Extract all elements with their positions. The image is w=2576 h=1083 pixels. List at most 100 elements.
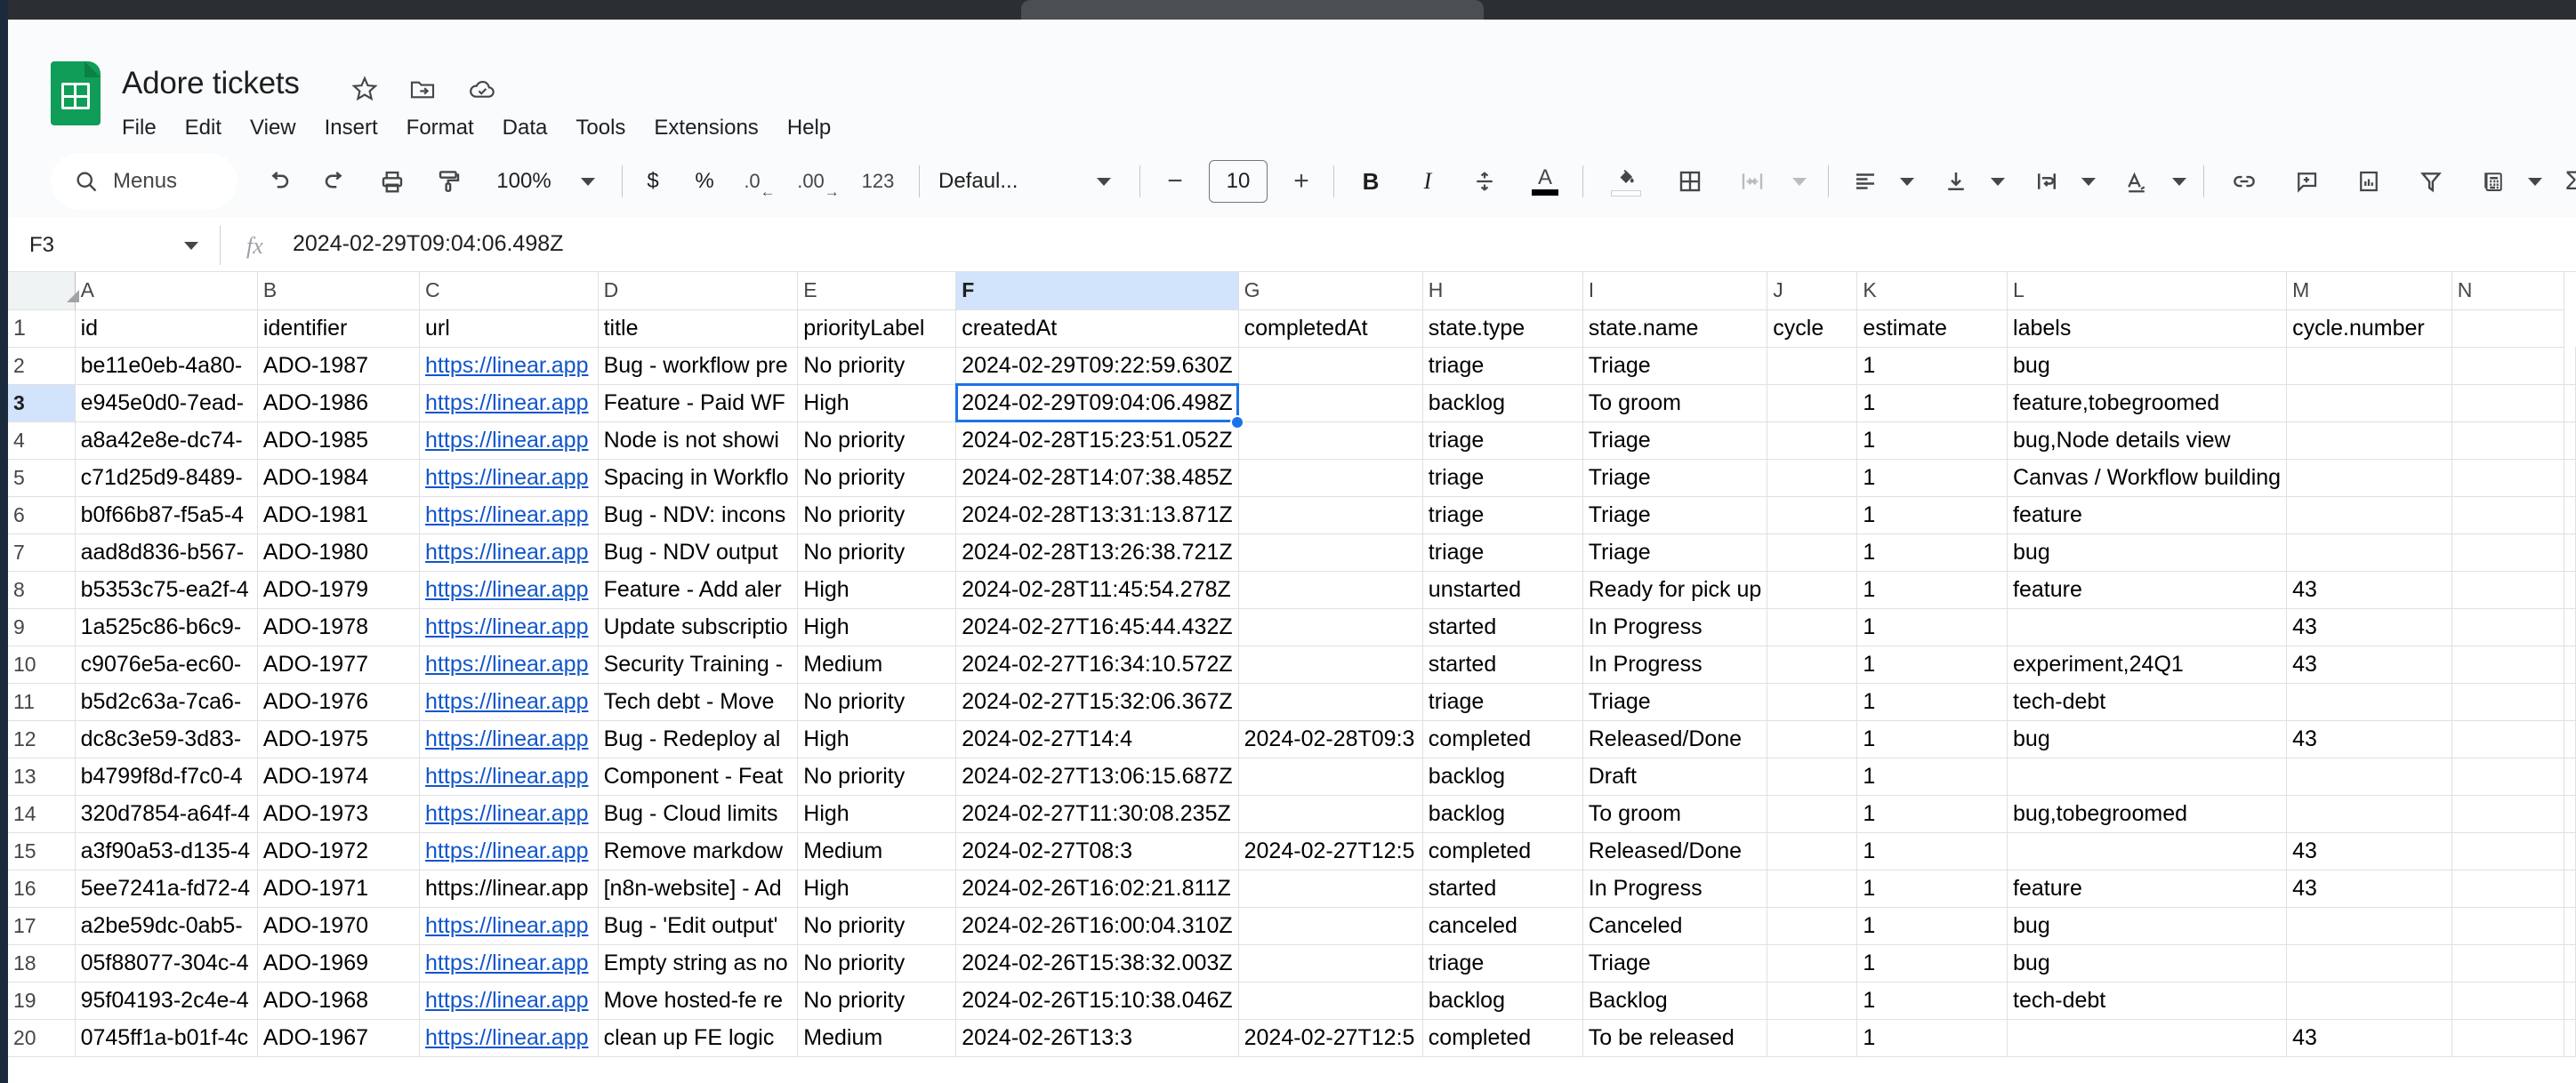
- cell-m3[interactable]: [2286, 384, 2452, 422]
- cell-l7[interactable]: bug: [2007, 533, 2288, 572]
- cell-d19[interactable]: Move hosted-fe re: [598, 982, 799, 1020]
- cell-overflow[interactable]: [2564, 683, 2576, 721]
- cell-c1[interactable]: url: [419, 309, 599, 348]
- cell-i16[interactable]: In Progress: [1582, 870, 1768, 908]
- cell-g19[interactable]: [1238, 982, 1423, 1020]
- text-rotation-chevron-down-icon[interactable]: [2164, 158, 2194, 205]
- column-header-l[interactable]: L: [2007, 272, 2288, 310]
- cell-a14[interactable]: 320d7854-a64f-4: [75, 795, 258, 833]
- cell-b10[interactable]: ADO-1977: [257, 646, 421, 684]
- column-header-f[interactable]: F: [955, 272, 1239, 310]
- cell-b5[interactable]: ADO-1984: [257, 459, 421, 497]
- cell-overflow[interactable]: [2564, 347, 2576, 385]
- cell-j16[interactable]: [1767, 870, 1858, 908]
- cell-n3[interactable]: [2451, 384, 2565, 422]
- cell-j11[interactable]: [1767, 683, 1858, 721]
- cell-d2[interactable]: Bug - workflow pre: [598, 347, 799, 385]
- cell-overflow[interactable]: [2564, 870, 2576, 908]
- cell-d15[interactable]: Remove markdow: [598, 832, 799, 870]
- functions-chevron-down-icon[interactable]: [2520, 158, 2550, 205]
- cell-j2[interactable]: [1767, 347, 1858, 385]
- cell-b2[interactable]: ADO-1987: [257, 347, 421, 385]
- cell-l11[interactable]: tech-debt: [2007, 683, 2288, 721]
- text-color-icon[interactable]: A: [1520, 158, 1570, 205]
- borders-icon[interactable]: [1664, 158, 1716, 205]
- cell-j15[interactable]: [1767, 832, 1858, 870]
- table-row[interactable]: 6 b0f66b87-f5a5-4 ADO-1981 https://linear.a…: [8, 496, 2576, 534]
- cell-g17[interactable]: [1238, 907, 1423, 945]
- column-header-n[interactable]: N: [2451, 272, 2565, 310]
- menu-item-data[interactable]: Data: [488, 112, 562, 144]
- cell-g3[interactable]: [1238, 384, 1423, 422]
- insert-chart-icon[interactable]: [2344, 158, 2394, 205]
- cell-d9[interactable]: Update subscriptio: [598, 608, 799, 646]
- text-wrap-icon[interactable]: [2024, 158, 2070, 205]
- cell-c6[interactable]: https://linear.app: [419, 496, 599, 534]
- cell-g5[interactable]: [1238, 459, 1423, 497]
- cell-link[interactable]: https://linear.app: [425, 764, 588, 789]
- cell-d13[interactable]: Component - Feat: [598, 758, 799, 796]
- cell-h14[interactable]: backlog: [1422, 795, 1583, 833]
- formula-input[interactable]: 2024-02-29T09:04:06.498Z: [293, 231, 563, 257]
- cell-b16[interactable]: ADO-1971: [257, 870, 421, 908]
- cell-i17[interactable]: Canceled: [1582, 907, 1768, 945]
- sum-icon[interactable]: Σ: [2554, 158, 2576, 205]
- cell-b13[interactable]: ADO-1974: [257, 758, 421, 796]
- table-row[interactable]: 8 b5353c75-ea2f-4 ADO-1979 https://linear.a…: [8, 571, 2576, 609]
- cell-h10[interactable]: started: [1422, 646, 1583, 684]
- table-row[interactable]: 20 0745ff1a-b01f-4c ADO-1967 https://linear…: [8, 1019, 2576, 1057]
- cell-e9[interactable]: High: [797, 608, 957, 646]
- cell-h9[interactable]: started: [1422, 608, 1583, 646]
- cell-k5[interactable]: 1: [1856, 459, 2008, 497]
- horizontal-align-chevron-down-icon[interactable]: [1892, 158, 1922, 205]
- table-row[interactable]: 13 b4799f8d-f7c0-4 ADO-1974 https://linear.…: [8, 758, 2576, 796]
- cell-overflow[interactable]: [2564, 496, 2576, 534]
- cell-f9[interactable]: 2024-02-27T16:45:44.432Z: [955, 608, 1239, 646]
- insert-link-icon[interactable]: [2219, 158, 2269, 205]
- move-to-folder-icon[interactable]: [408, 75, 437, 103]
- spreadsheet-grid[interactable]: A B C D E F G H I J K L M N 1 id identif…: [8, 272, 2576, 1083]
- cell-i15[interactable]: Released/Done: [1582, 832, 1768, 870]
- table-row[interactable]: 1 id identifier url title priorityLabel …: [8, 309, 2576, 348]
- row-header-9[interactable]: 9: [8, 608, 76, 646]
- cell-i18[interactable]: Triage: [1582, 944, 1768, 983]
- cell-h3[interactable]: backlog: [1422, 384, 1583, 422]
- cell-e12[interactable]: High: [797, 720, 957, 758]
- text-wrap-chevron-down-icon[interactable]: [2073, 158, 2104, 205]
- redo-icon[interactable]: [312, 158, 358, 205]
- column-header-g[interactable]: G: [1238, 272, 1423, 310]
- menu-item-edit[interactable]: Edit: [171, 112, 236, 144]
- cell-k6[interactable]: 1: [1856, 496, 2008, 534]
- cell-n14[interactable]: [2451, 795, 2565, 833]
- italic-button[interactable]: I: [1403, 158, 1453, 205]
- google-sheets-logo-icon[interactable]: [51, 61, 101, 125]
- document-title[interactable]: Adore tickets: [122, 66, 300, 101]
- cell-link[interactable]: https://linear.app: [425, 913, 588, 938]
- table-row[interactable]: 9 1a525c86-b6c9- ADO-1978 https://linear.ap…: [8, 608, 2576, 646]
- cell-b8[interactable]: ADO-1979: [257, 571, 421, 609]
- cell-m20[interactable]: 43: [2286, 1019, 2452, 1057]
- cell-link[interactable]: https://linear.app: [425, 652, 588, 677]
- cell-a19[interactable]: 95f04193-2c4e-4: [75, 982, 258, 1020]
- cell-i7[interactable]: Triage: [1582, 533, 1768, 572]
- cell-l2[interactable]: bug: [2007, 347, 2288, 385]
- decrease-font-size-button[interactable]: −: [1152, 158, 1198, 205]
- cell-overflow[interactable]: [2564, 944, 2576, 983]
- cell-e3[interactable]: High: [797, 384, 957, 422]
- cell-l13[interactable]: [2007, 758, 2288, 796]
- cell-j6[interactable]: [1767, 496, 1858, 534]
- cell-k11[interactable]: 1: [1856, 683, 2008, 721]
- cell-e6[interactable]: No priority: [797, 496, 957, 534]
- row-header-7[interactable]: 7: [8, 533, 76, 572]
- cell-k12[interactable]: 1: [1856, 720, 2008, 758]
- cell-k16[interactable]: 1: [1856, 870, 2008, 908]
- cell-m6[interactable]: [2286, 496, 2452, 534]
- cell-f18[interactable]: 2024-02-26T15:38:32.003Z: [955, 944, 1239, 983]
- cell-d7[interactable]: Bug - NDV output: [598, 533, 799, 572]
- cell-overflow[interactable]: [2564, 421, 2576, 460]
- cell-d20[interactable]: clean up FE logic: [598, 1019, 799, 1057]
- cell-m14[interactable]: [2286, 795, 2452, 833]
- cell-n1[interactable]: [2451, 309, 2565, 348]
- cell-l3[interactable]: feature,tobegroomed: [2007, 384, 2288, 422]
- cell-c14[interactable]: https://linear.app: [419, 795, 599, 833]
